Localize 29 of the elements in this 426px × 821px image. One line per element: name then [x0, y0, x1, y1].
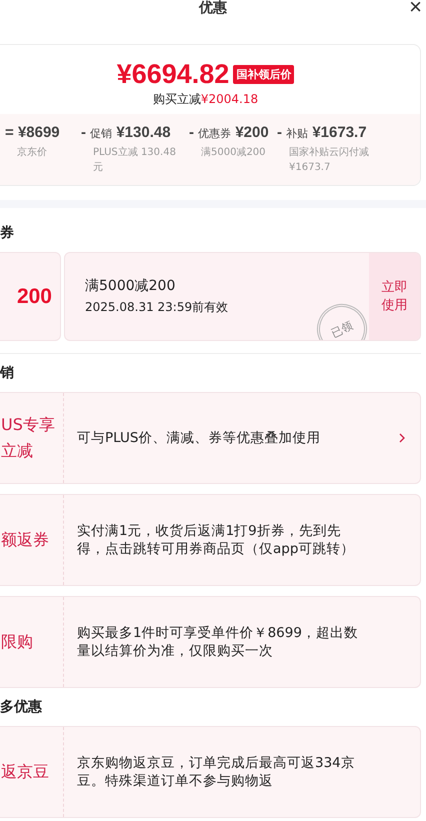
breakdown-note: 国家补贴云闪付减¥1673.7	[288, 146, 370, 175]
promotion-tag: 限购	[0, 597, 64, 687]
coupon-amount: 200	[16, 284, 52, 308]
promotion-tag: 返京豆	[0, 727, 64, 817]
breakdown-amount: - 促销 ¥130.48	[81, 124, 172, 141]
breakdown-note: PLUS立减 130.48元	[92, 146, 177, 175]
promotion-tag: US专享立减	[0, 393, 64, 483]
breakdown-note: 满5000减200	[200, 146, 267, 160]
coupon-condition: 满5000减200	[85, 277, 176, 295]
breakdown-note: 京东价	[16, 146, 48, 160]
use-now-button[interactable]: 立即使用	[369, 253, 420, 340]
close-button[interactable]: ×	[409, 0, 422, 18]
promotion-card[interactable]: US专享立减 可与PLUS价、满减、券等优惠叠加使用	[0, 392, 421, 484]
section-title: 多优惠	[0, 698, 43, 716]
breakdown-amount: - 优惠券 ¥200	[189, 124, 270, 141]
promotion-description: 实付满1元，收货后返满1打9折券，先到先得，点击跳转可用券商品页（仅app可跳转）	[76, 522, 356, 559]
coupon-validity: 2025.08.31 23:59前有效	[85, 299, 230, 316]
promotion-description: 京东购物返京豆，订单完成后最高可返334京豆。特殊渠道订单不参与购物返	[76, 754, 356, 791]
promotion-description: 购买最多1件时可享受单件价￥8699，超出数量以结算价为准，仅限购买一次	[76, 624, 359, 661]
dialog-title: 优惠	[199, 1, 227, 16]
price-tag: 国补领后价	[233, 65, 294, 84]
promotion-tag: 额返券	[0, 495, 64, 585]
final-price: ¥6694.82	[116, 59, 230, 90]
section-title: 券	[0, 224, 15, 242]
saving-text: 购买立减¥2004.18	[152, 91, 258, 108]
chevron-right-icon[interactable]	[398, 432, 406, 444]
promotion-description: 可与PLUS价、满减、券等优惠叠加使用	[76, 429, 322, 448]
breakdown-amount: - 补贴 ¥1673.7	[277, 124, 368, 141]
breakdown-amount: = ¥8699	[5, 124, 61, 141]
